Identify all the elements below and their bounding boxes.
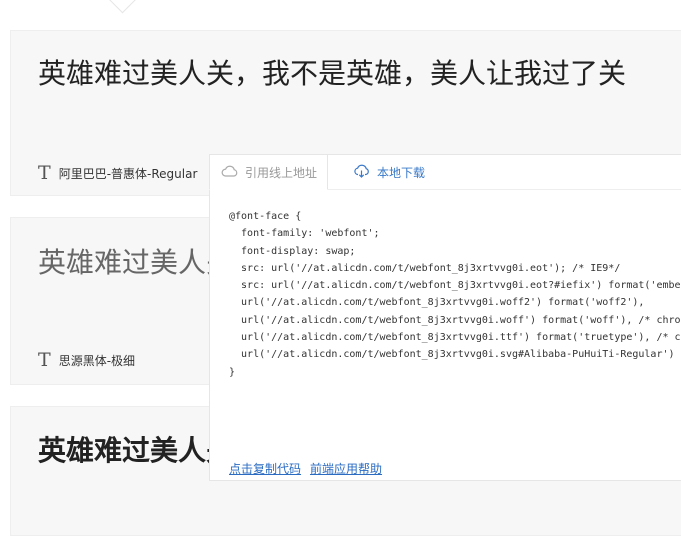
font-preview-text: 英雄难过美人关，我不是英雄，美人让我过了关 [38, 57, 627, 90]
font-name: 思源黑体-极细 [58, 354, 136, 368]
font-preview-text: 英雄难过美人关 [38, 434, 235, 467]
tab-online-label: 引用线上地址 [245, 165, 318, 180]
copy-code-link[interactable]: 点击复制代码 [229, 460, 301, 477]
tab-online-url[interactable]: 引用线上地址 [209, 154, 328, 190]
type-t-icon: T [38, 349, 51, 371]
panel-links: 点击复制代码 前端应用帮助 [229, 460, 382, 477]
font-name-row: T 阿里巴巴-普惠体-Regular [38, 164, 197, 183]
font-preview-text: 英雄难过美人关 [38, 246, 235, 279]
font-name: 阿里巴巴-普惠体-Regular [58, 167, 198, 181]
popover-caret [107, 0, 138, 14]
type-t-icon: T [38, 162, 51, 184]
cloud-download-icon [353, 164, 370, 181]
tab-local-label: 本地下载 [377, 165, 426, 180]
font-usage-popover: 引用线上地址 本地下载 @font-face { font-family: 'w… [209, 154, 681, 481]
font-face-code: @font-face { font-family: 'webfont'; fon… [229, 211, 681, 378]
tab-divider [328, 189, 681, 190]
font-name-row: T 思源黑体-极细 [38, 351, 135, 370]
frontend-help-link[interactable]: 前端应用帮助 [310, 460, 382, 477]
tab-local-download[interactable]: 本地下载 [353, 154, 425, 190]
cloud-icon [221, 165, 238, 180]
